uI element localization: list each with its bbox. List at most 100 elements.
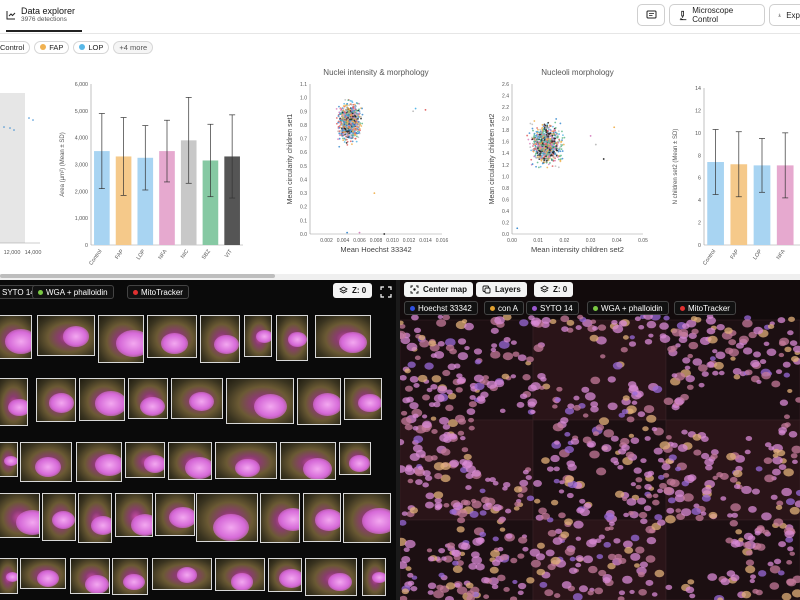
map-channel-mitotracker[interactable]: MitoTracker — [674, 301, 736, 315]
data-explorer-tab[interactable]: Data explorer 3976 detections — [6, 6, 75, 24]
cell-thumbnail[interactable] — [0, 442, 18, 477]
filter-chip-control[interactable]: Control — [0, 40, 31, 54]
cell-thumbnail[interactable] — [339, 442, 371, 475]
cell-nucleus — [404, 385, 413, 392]
cell-nucleus — [621, 444, 630, 451]
cell-thumbnail[interactable] — [79, 378, 125, 421]
cell-thumbnail[interactable] — [315, 315, 371, 358]
cell-nucleus — [471, 469, 482, 477]
cell-nucleus — [490, 327, 499, 334]
cell-nucleus — [607, 376, 616, 383]
cell-thumbnail[interactable] — [155, 493, 195, 536]
cell-thumbnail[interactable] — [37, 315, 95, 356]
cell-nucleus — [670, 345, 678, 351]
cell-nucleus — [438, 572, 445, 578]
cell-nucleus — [595, 424, 605, 431]
cell-thumbnail[interactable] — [0, 493, 40, 538]
y-tick-label: 0 — [698, 243, 701, 249]
cell-thumbnail[interactable] — [344, 378, 382, 420]
cell-thumbnail[interactable] — [78, 493, 112, 543]
cell-thumbnail[interactable] — [171, 378, 223, 419]
cell-thumbnail[interactable] — [226, 378, 294, 424]
cell-nucleus — [592, 326, 599, 331]
chat-button[interactable] — [637, 4, 665, 26]
gallery-channel-mitotracker[interactable]: MitoTracker — [127, 285, 189, 299]
cell-thumbnail[interactable] — [0, 558, 18, 594]
nucleus — [313, 393, 340, 416]
microscope-control-button[interactable]: Microscope Control — [669, 4, 765, 26]
cell-thumbnail[interactable] — [20, 558, 66, 589]
cell-thumbnail[interactable] — [276, 315, 308, 361]
cell-thumbnail[interactable] — [280, 442, 336, 480]
cell-nucleus — [788, 431, 798, 438]
cell-nucleus — [464, 345, 470, 351]
cell-nucleus — [442, 369, 451, 377]
data-point — [549, 147, 552, 150]
map-channel-syto14[interactable]: SYTO 14 — [526, 301, 579, 315]
cell-thumbnail[interactable] — [76, 442, 122, 482]
more-filters-chip[interactable]: +4 more — [113, 40, 154, 54]
cell-nucleus — [471, 500, 482, 509]
export-button[interactable]: Exp — [769, 4, 800, 26]
expand-button[interactable] — [380, 285, 392, 298]
cell-thumbnail[interactable] — [112, 558, 148, 595]
cell-nucleus — [409, 375, 419, 383]
layers-button[interactable]: Layers — [476, 282, 527, 297]
cell-thumbnail[interactable] — [362, 558, 386, 596]
cell-thumbnail[interactable] — [20, 442, 72, 482]
cell-thumbnail[interactable] — [200, 315, 240, 363]
cell-gallery[interactable] — [0, 280, 396, 600]
cell-thumbnail[interactable] — [268, 558, 302, 592]
data-point — [547, 156, 550, 158]
cell-thumbnail[interactable] — [42, 493, 76, 541]
cell-thumbnail[interactable] — [115, 493, 153, 537]
data-point — [361, 122, 364, 125]
cell-thumbnail[interactable] — [0, 315, 32, 359]
cell-thumbnail[interactable] — [0, 378, 28, 426]
cell-thumbnail[interactable] — [244, 315, 272, 357]
data-point — [344, 99, 347, 101]
cell-nucleus — [519, 479, 529, 487]
filter-chip-lop[interactable]: LOP — [73, 40, 110, 54]
cell-thumbnail[interactable] — [305, 558, 357, 596]
cell-nucleus — [517, 493, 524, 498]
cell-thumbnail[interactable] — [125, 442, 165, 478]
cell-thumbnail[interactable] — [303, 493, 341, 542]
nucleus — [36, 569, 59, 587]
cell-nucleus — [771, 380, 781, 388]
cell-thumbnail[interactable] — [168, 442, 212, 480]
horizontal-scrollbar[interactable] — [0, 274, 275, 278]
cell-thumbnail[interactable] — [147, 315, 197, 358]
cell-nucleus — [566, 492, 574, 499]
cell-thumbnail[interactable] — [128, 378, 168, 419]
cell-thumbnail[interactable] — [343, 493, 391, 543]
map-channel-label: con A — [498, 303, 519, 313]
map-channel-wga[interactable]: WGA + phalloidin — [587, 301, 669, 315]
cell-thumbnail[interactable] — [36, 378, 76, 422]
cell-thumbnail[interactable] — [215, 442, 277, 479]
map-channel-cona[interactable]: con A — [484, 301, 525, 315]
cell-thumbnail[interactable] — [215, 558, 265, 591]
cell-thumbnail[interactable] — [98, 315, 144, 363]
gallery-channel-wga[interactable]: WGA + phalloidin — [32, 285, 114, 299]
data-point — [552, 125, 554, 128]
map-z-control[interactable]: Z: 0 — [534, 282, 574, 297]
cell-thumbnail[interactable] — [297, 378, 341, 425]
map-channel-hoechst[interactable]: Hoechst 33342 — [404, 301, 478, 315]
cell-nucleus — [541, 316, 551, 324]
center-map-button[interactable]: Center map — [404, 282, 474, 297]
cell-thumbnail[interactable] — [152, 558, 212, 590]
cell-thumbnail[interactable] — [70, 558, 110, 594]
cell-thumbnail[interactable] — [260, 493, 300, 543]
cell-nucleus — [640, 458, 647, 464]
gallery-z-control[interactable]: Z: 0 — [333, 283, 373, 298]
cell-thumbnail[interactable] — [196, 493, 258, 542]
data-point — [543, 148, 546, 151]
data-point — [337, 115, 340, 117]
cell-nucleus — [744, 369, 753, 376]
slide-map[interactable] — [400, 280, 800, 600]
filter-chip-fap[interactable]: FAP — [34, 40, 70, 54]
gallery-channel-label: MitoTracker — [141, 287, 183, 297]
cell-nucleus — [663, 397, 674, 405]
y-tick-label: 0.4 — [300, 177, 307, 183]
